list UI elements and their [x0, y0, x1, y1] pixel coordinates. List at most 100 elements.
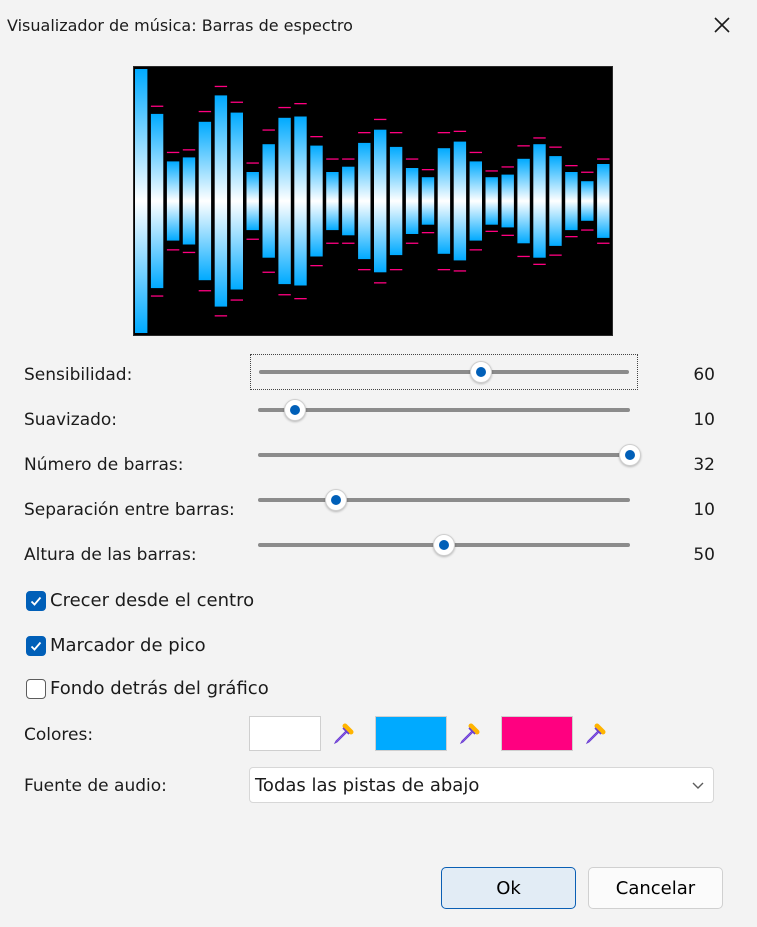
spectrum-bar: [421, 177, 435, 225]
bar-spacing-value: 10: [693, 500, 715, 520]
peak-marker: [581, 171, 594, 173]
sensitivity-slider[interactable]: [250, 354, 638, 390]
slider-thumb[interactable]: [433, 534, 455, 556]
spectrum-bar: [453, 141, 467, 261]
peak-marker: [278, 106, 291, 109]
peak-marker: [326, 158, 339, 160]
peak-marker: [437, 132, 451, 134]
bar-count-label: Número de barras:: [24, 455, 184, 475]
spectrum-bar: [294, 116, 307, 286]
spectrum-bars: [135, 69, 610, 333]
slider-track: [259, 370, 629, 374]
spectrum-bar: [246, 172, 259, 231]
bar-spacing-label: Separación entre barras:: [24, 500, 235, 520]
peak-marker-option[interactable]: Marcador de pico: [26, 635, 206, 656]
peak-marker: [310, 265, 323, 267]
peak-marker: [453, 270, 467, 272]
bar-height-slider[interactable]: [250, 527, 638, 563]
checkmark-icon: [30, 596, 42, 606]
spectrum-bar: [469, 161, 482, 241]
color-swatch-2[interactable]: [375, 716, 447, 751]
bar-height-value: 50: [693, 545, 715, 565]
peak-marker: [150, 105, 164, 107]
peak-marker: [549, 146, 562, 148]
peak-marker: [469, 249, 482, 251]
color-swatch-3[interactable]: [501, 716, 573, 751]
peak-marker: [517, 145, 530, 147]
ok-button[interactable]: Ok: [441, 867, 576, 909]
title-bar: Visualizador de música: Barras de espect…: [0, 0, 757, 52]
slider-thumb[interactable]: [619, 444, 641, 466]
peak-marker: [565, 236, 578, 238]
slider-track: [258, 408, 630, 412]
eyedropper-icon[interactable]: [457, 722, 481, 746]
peak-marker: [230, 101, 243, 103]
checkbox-label: Marcador de pico: [50, 635, 206, 656]
spectrum-bar: [549, 156, 562, 246]
colors-label: Colores:: [24, 725, 94, 745]
spectrum-bar: [485, 177, 498, 225]
slider-thumb[interactable]: [470, 361, 492, 383]
peak-marker: [389, 132, 403, 134]
smoothing-slider[interactable]: [250, 392, 638, 428]
sensitivity-label: Sensibilidad:: [24, 365, 133, 385]
spectrum-bar: [262, 144, 275, 258]
bar-spacing-slider[interactable]: [250, 482, 638, 518]
spectrum-bar: [166, 161, 180, 241]
spectrum-bar: [358, 142, 371, 260]
audio-source-selected: Todas las pistas de abajo: [255, 775, 480, 796]
background-behind-graph-checkbox[interactable]: [26, 678, 46, 699]
peak-marker: [262, 271, 275, 273]
cancel-button[interactable]: Cancelar: [588, 867, 723, 909]
spectrum-bar: [533, 144, 546, 258]
slider-track: [258, 498, 630, 502]
peak-marker: [597, 242, 610, 244]
peak-marker: [294, 298, 307, 300]
peak-marker: [533, 137, 546, 139]
peak-marker: [565, 165, 578, 167]
peak-marker: [405, 158, 419, 160]
peak-marker: [342, 242, 355, 244]
peak-marker: [549, 254, 562, 256]
spectrum-bar: [326, 172, 339, 231]
bar-count-slider[interactable]: [250, 437, 641, 473]
color-swatch-1[interactable]: [249, 716, 321, 751]
peak-marker: [485, 170, 498, 172]
close-button[interactable]: [700, 4, 744, 46]
peak-marker: [374, 282, 387, 284]
peak-marker-checkbox[interactable]: [26, 635, 46, 656]
spectrum-bar: [437, 148, 451, 254]
slider-thumb[interactable]: [284, 399, 307, 421]
eyedropper-icon[interactable]: [331, 722, 355, 746]
peak-marker: [501, 234, 514, 236]
peak-marker: [517, 255, 530, 258]
peak-marker: [310, 136, 323, 138]
audio-source-dropdown[interactable]: Todas las pistas de abajo: [249, 767, 714, 803]
background-behind-graph-option[interactable]: Fondo detrás del gráfico: [26, 678, 269, 699]
spectrum-bar: [150, 113, 164, 289]
checkbox-label: Fondo detrás del gráfico: [50, 678, 269, 699]
peak-marker: [246, 162, 259, 164]
peak-marker: [214, 85, 228, 88]
spectrum-bar: [405, 168, 419, 234]
slider-thumb[interactable]: [325, 489, 348, 511]
smoothing-label: Suavizado:: [24, 410, 118, 430]
close-icon: [714, 17, 730, 33]
spectrum-bar: [230, 112, 243, 290]
audio-source-label: Fuente de audio:: [24, 776, 167, 796]
peak-marker: [150, 295, 164, 297]
spectrum-bar: [342, 166, 355, 236]
spectrum-bar: [517, 158, 530, 244]
checkbox-label: Crecer desde el centro: [50, 590, 255, 611]
grow-from-center-option[interactable]: Crecer desde el centro: [26, 590, 254, 611]
peak-marker: [405, 242, 419, 244]
slider-track: [258, 453, 630, 457]
grow-from-center-checkbox[interactable]: [26, 590, 46, 611]
eyedropper-icon[interactable]: [583, 722, 607, 746]
spectrum-bar: [182, 157, 196, 245]
peak-marker: [358, 132, 371, 134]
peak-marker: [597, 158, 610, 160]
peak-marker: [326, 242, 339, 244]
spectrum-preview: [133, 66, 613, 336]
spectrum-bar: [565, 172, 578, 231]
